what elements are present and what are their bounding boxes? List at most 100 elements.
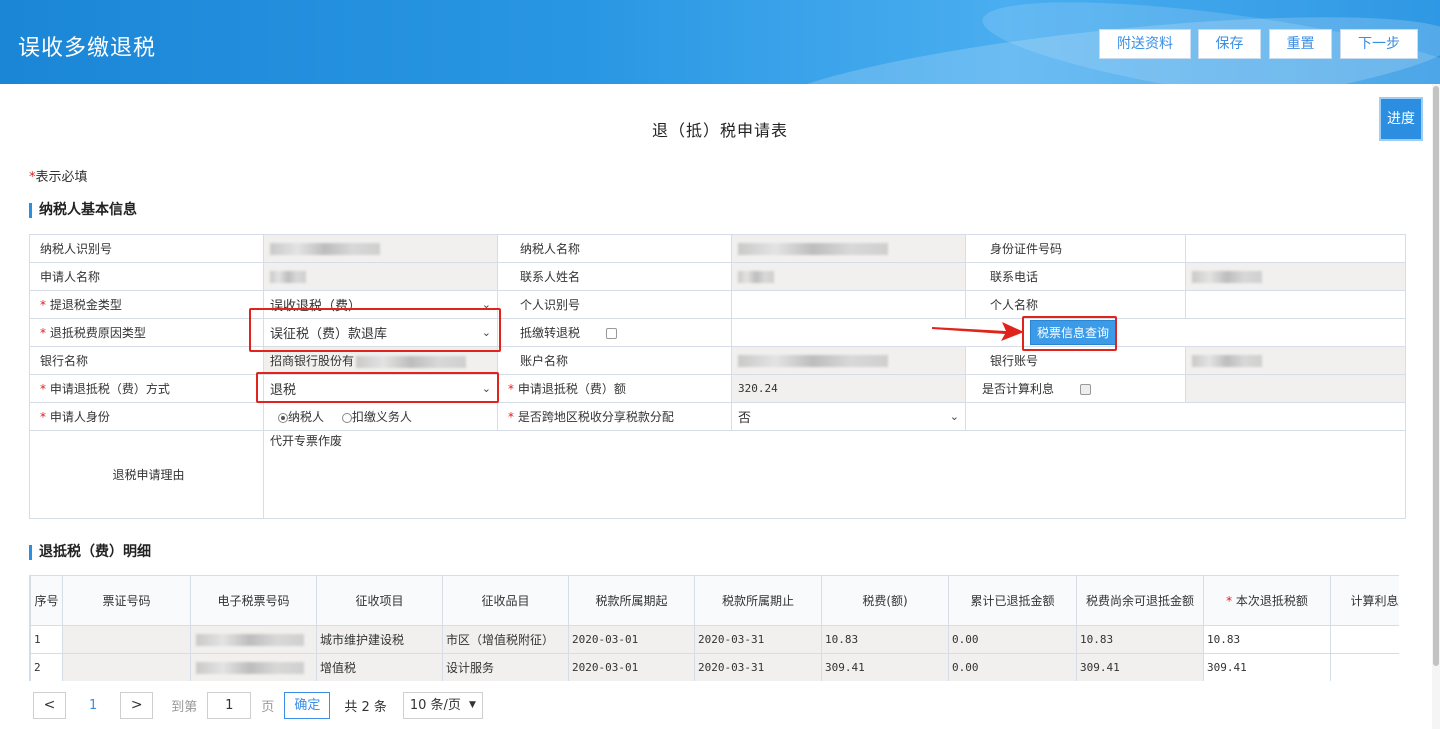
caret-down-icon: ▼ — [468, 699, 476, 710]
col-header-levy-subitem: 征收品目 — [442, 575, 569, 626]
calc-interest-checkbox[interactable] — [1080, 384, 1092, 395]
chevron-down-icon: ⌄ — [481, 326, 491, 339]
empty-cell — [965, 402, 1406, 431]
col-header-refunded-total: 累计已退抵金额 — [948, 575, 1077, 626]
next-step-button[interactable]: 下一步 — [1340, 29, 1418, 59]
prev-page-button[interactable]: < — [33, 691, 66, 719]
id-number-value — [1185, 234, 1406, 263]
cell-refunded-total: 0.00 — [948, 625, 1077, 654]
table-row: 1 城市维护建设税 市区（增值税附征） 2020-03-01 2020-03-3… — [30, 625, 1399, 654]
col-header-interest-start: 计算利息起 — [1330, 575, 1399, 626]
personal-id-input[interactable] — [731, 290, 966, 319]
current-refund-input[interactable]: 309.41 — [1203, 653, 1331, 681]
basic-info-table: 纳税人识别号 纳税人名称 身份证件号码 申请人名称 联系人姓名 联系电话 * 提… — [29, 234, 1406, 519]
contact-phone-input[interactable] — [1185, 262, 1406, 291]
cell-e-ticket-no — [190, 653, 317, 681]
refund-reason-label: 退税申请理由 — [29, 430, 264, 519]
radio-withholding-agent-label: 扣缴义务人 — [351, 410, 412, 424]
cell-e-ticket-no — [190, 625, 317, 654]
bank-account-label: 银行账号 — [965, 346, 1186, 375]
col-header-remaining: 税费尚余可退抵金额 — [1076, 575, 1204, 626]
header-bar: 误收多缴退税 附送资料 保存 重置 下一步 — [0, 0, 1440, 84]
scrollbar-thumb[interactable] — [1433, 86, 1439, 666]
cell-seq: 2 — [30, 653, 63, 681]
chevron-down-icon: ⌄ — [481, 298, 491, 311]
detail-table: 序号 票证号码 电子税票号码 征收项目 征收品目 税款所属期起 税款所属期止 税… — [30, 575, 1399, 681]
cell-interest-start — [1330, 625, 1399, 654]
col-header-ticket-no: 票证号码 — [62, 575, 191, 626]
taxpayer-name-label: 纳税人名称 — [497, 234, 732, 263]
cell-remaining: 309.41 — [1076, 653, 1204, 681]
cell-period-end: 2020-03-31 — [694, 653, 822, 681]
bank-name-value: 招商银行股份有 — [263, 346, 498, 375]
refund-type-select[interactable]: 误收退税（费） ⌄ — [263, 290, 498, 319]
radio-taxpayer[interactable] — [278, 412, 288, 423]
table-row: 2 增值税 设计服务 2020-03-01 2020-03-31 309.41 … — [30, 653, 1399, 681]
account-name-label: 账户名称 — [497, 346, 732, 375]
applicant-name-label: 申请人名称 — [29, 262, 264, 291]
cross-region-select[interactable]: 否 ⌄ — [731, 402, 966, 431]
tax-ticket-query-button[interactable]: 税票信息查询 — [1030, 320, 1117, 345]
cell-levy-item: 城市维护建设税 — [316, 625, 443, 654]
cell-tax-amount: 10.83 — [821, 625, 949, 654]
basic-info-section-title: 纳税人基本信息 — [29, 203, 137, 218]
col-header-period-start: 税款所属期起 — [568, 575, 695, 626]
applicant-name-value — [263, 262, 498, 291]
cell-seq: 1 — [30, 625, 63, 654]
col-header-e-ticket-no: 电子税票号码 — [190, 575, 317, 626]
bank-account-value — [1185, 346, 1406, 375]
contact-name-label: 联系人姓名 — [497, 262, 732, 291]
contact-phone-label: 联系电话 — [965, 262, 1186, 291]
vertical-scrollbar[interactable] — [1432, 84, 1440, 729]
goto-page-input[interactable]: 1 — [207, 691, 252, 719]
bank-name-label: 银行名称 — [29, 346, 264, 375]
refund-method-select[interactable]: 退税 ⌄ — [263, 374, 498, 403]
refund-amount-label: * 申请退抵税（费）额 — [497, 374, 732, 403]
detail-table-container: 序号 票证号码 电子税票号码 征收项目 征收品目 税款所属期起 税款所属期止 税… — [29, 575, 1399, 681]
current-refund-input[interactable]: 10.83 — [1203, 625, 1331, 654]
cell-tax-amount: 309.41 — [821, 653, 949, 681]
offset-transfer-label: 抵缴转退税 — [497, 318, 732, 347]
page-title: 误收多缴退税 — [18, 36, 157, 61]
chevron-down-icon: ⌄ — [949, 410, 959, 423]
goto-confirm-button[interactable]: 确定 — [284, 691, 331, 719]
detail-header-row: 序号 票证号码 电子税票号码 征收项目 征收品目 税款所属期起 税款所属期止 税… — [30, 575, 1399, 626]
offset-transfer-checkbox[interactable] — [606, 328, 618, 339]
reason-type-select[interactable]: 误征税（费）款退库 ⌄ — [263, 318, 498, 347]
page-unit-label: 页 — [261, 699, 275, 715]
detail-section-title: 退抵税（费）明细 — [29, 545, 151, 560]
next-page-button[interactable]: > — [120, 691, 154, 719]
cell-period-start: 2020-03-01 — [568, 625, 695, 654]
account-name-value — [731, 346, 966, 375]
cell-period-end: 2020-03-31 — [694, 625, 822, 654]
red-arrow-icon — [932, 322, 1024, 341]
cell-remaining: 10.83 — [1076, 625, 1204, 654]
col-header-current-refund: * 本次退抵税额 — [1203, 575, 1331, 626]
contact-name-input[interactable] — [731, 262, 966, 291]
reason-type-label: * 退抵税费原因类型 — [29, 318, 264, 347]
pagination: < 1 > 到第 1 页 确定 共 2 条 10 条/页 ▼ — [33, 691, 483, 719]
calc-interest-cell — [1185, 374, 1406, 403]
refund-reason-textarea[interactable]: 代开专票作废 — [263, 430, 1406, 519]
refund-method-label: * 申请退抵税（费）方式 — [29, 374, 264, 403]
total-count: 共 2 条 — [344, 699, 387, 715]
radio-withholding-agent[interactable] — [341, 412, 352, 423]
col-header-seq: 序号 — [30, 575, 63, 626]
query-cell: 税票信息查询 — [731, 318, 1406, 347]
col-header-period-end: 税款所属期止 — [694, 575, 822, 626]
cross-region-label: * 是否跨地区税收分享税款分配 — [497, 402, 732, 431]
radio-taxpayer-label: 纳税人 — [288, 410, 325, 424]
current-page[interactable]: 1 — [89, 698, 97, 713]
goto-label: 到第 — [171, 699, 198, 715]
required-note: *表示必填 — [29, 166, 88, 185]
save-button[interactable]: 保存 — [1198, 29, 1261, 59]
attach-materials-button[interactable]: 附送资料 — [1099, 29, 1191, 59]
page-size-value: 10 条/页 — [409, 697, 461, 713]
page-size-select[interactable]: 10 条/页 ▼ — [402, 691, 483, 719]
cell-levy-item: 增值税 — [316, 653, 443, 681]
applicant-identity-label: * 申请人身份 — [29, 402, 264, 431]
cell-period-start: 2020-03-01 — [568, 653, 695, 681]
reset-button[interactable]: 重置 — [1269, 29, 1332, 59]
cell-levy-subitem: 市区（增值税附征） — [442, 625, 569, 654]
personal-name-input[interactable] — [1185, 290, 1406, 319]
